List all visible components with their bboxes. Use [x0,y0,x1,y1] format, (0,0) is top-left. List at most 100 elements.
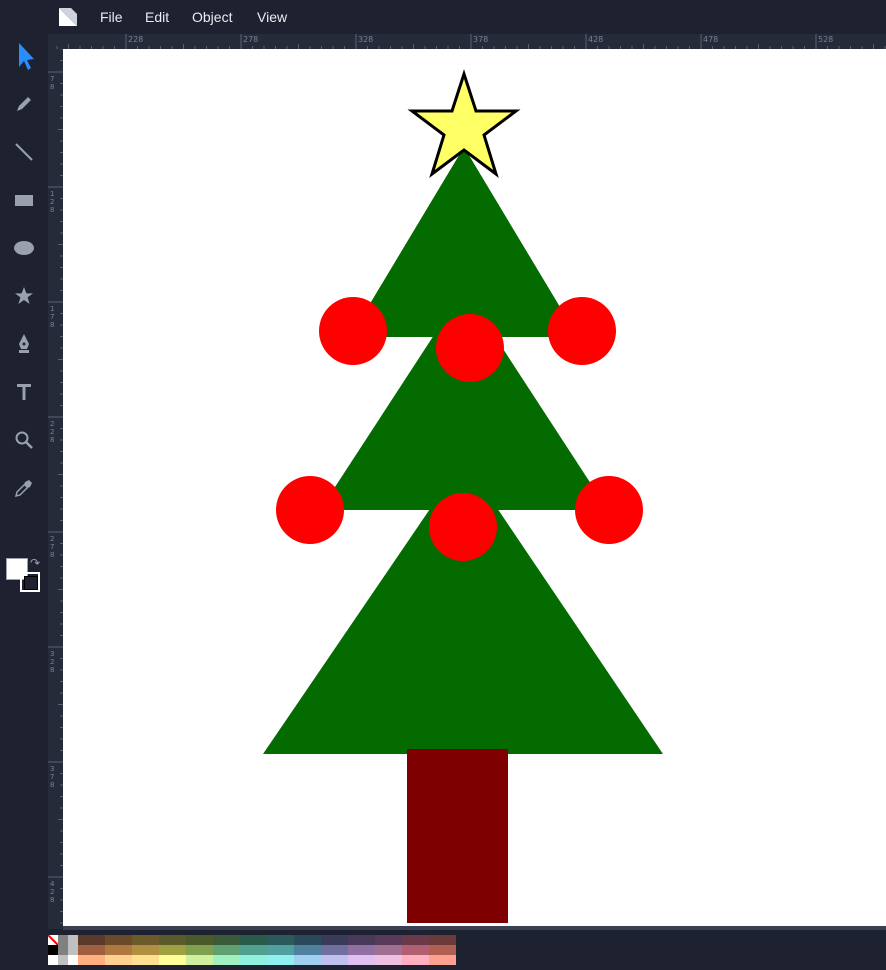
pencil-tool[interactable] [8,88,40,120]
select-tool[interactable] [8,40,40,72]
app-logo-icon [59,8,77,26]
palette-swatch[interactable] [429,945,456,955]
stroke-color-swatch[interactable] [20,572,40,592]
pencil-icon [17,97,31,111]
palette-swatch[interactable] [402,945,429,955]
palette-swatch[interactable] [267,945,294,955]
tool-sidebar: ↷ [0,34,48,970]
palette-swatch[interactable] [321,935,348,945]
palette-gray-swatch[interactable] [68,945,78,955]
palette-swatch[interactable] [240,945,267,955]
palette-gray-swatch[interactable] [68,935,78,945]
ruler-label: 7 [50,75,54,83]
palette-swatch[interactable] [321,945,348,955]
palette-swatch[interactable] [105,945,132,955]
palette-swatch[interactable] [132,935,159,945]
palette-swatch[interactable] [402,955,429,965]
zoom-tool[interactable] [8,424,40,456]
ruler-label: 2 [50,428,54,436]
palette-gray-swatch[interactable] [48,955,58,965]
ornament-ball[interactable] [429,493,497,561]
ornament-ball[interactable] [276,476,344,544]
palette-swatch[interactable] [402,935,429,945]
palette-gray-swatch[interactable] [58,945,68,955]
palette-swatch[interactable] [105,935,132,945]
text-tool[interactable] [8,376,40,408]
tree-trunk[interactable] [407,749,508,923]
ruler-label: 1 [50,190,54,198]
palette-swatch[interactable] [375,935,402,945]
palette-swatch[interactable] [294,955,321,965]
palette-swatch[interactable] [213,955,240,965]
palette-swatch[interactable] [294,935,321,945]
drawing-canvas[interactable] [63,49,886,929]
ruler-label: 8 [50,436,54,444]
palette-swatch[interactable] [348,945,375,955]
rectangle-tool[interactable] [8,184,40,216]
star-tool[interactable] [8,280,40,312]
palette-swatch[interactable] [321,955,348,965]
palette-swatch[interactable] [240,955,267,965]
palette-swatch[interactable] [240,935,267,945]
palette-swatch[interactable] [348,955,375,965]
ruler-label: 428 [588,35,603,44]
ruler-label: 8 [50,781,54,789]
palette-swatch[interactable] [186,955,213,965]
palette-swatch[interactable] [186,945,213,955]
palette-swatch[interactable] [159,935,186,945]
palette-swatch[interactable] [267,955,294,965]
palette-swatch[interactable] [375,955,402,965]
pointer-arrow-icon [19,43,34,70]
palette-swatch[interactable] [429,935,456,945]
palette-swatch[interactable] [213,945,240,955]
palette-gray-swatch[interactable] [58,935,68,945]
palette-swatch[interactable] [294,945,321,955]
ornament-ball[interactable] [319,297,387,365]
palette-swatch[interactable] [159,955,186,965]
palette-swatch[interactable] [78,955,105,965]
ruler-label: 2 [50,420,54,428]
horizontal-ruler: 228 278 328 378 428 478 528 [48,34,886,49]
palette-swatch[interactable] [375,945,402,955]
ruler-label: 8 [50,206,54,214]
ellipse-tool[interactable] [8,232,40,264]
palette-swatch[interactable] [267,935,294,945]
menu-edit[interactable]: Edit [145,9,169,26]
pen-nib-icon [19,334,29,353]
palette-swatch[interactable] [429,955,456,965]
palette-swatch[interactable] [159,945,186,955]
palette-swatch[interactable] [132,945,159,955]
ruler-label: 3 [50,765,54,773]
pen-tool[interactable] [8,328,40,360]
ornament-ball[interactable] [548,297,616,365]
palette-gray-swatch[interactable] [48,945,58,955]
color-palette[interactable] [47,934,463,965]
palette-swatch[interactable] [132,955,159,965]
star-icon [15,287,33,304]
palette-swatch[interactable] [78,945,105,955]
palette-swatch[interactable] [348,935,375,945]
ornament-ball[interactable] [575,476,643,544]
menu-file[interactable]: File [100,9,123,26]
ruler-label: 7 [50,313,54,321]
magnifier-icon [15,431,33,449]
vertical-ruler: 78128178228278328378428 [48,48,63,929]
menu-view[interactable]: View [257,9,287,26]
ruler-label: 228 [128,35,143,44]
menu-object[interactable]: Object [192,9,232,26]
ruler-label: 7 [50,543,54,551]
eyedropper-tool[interactable] [8,472,40,504]
palette-gray-swatch[interactable] [68,955,78,965]
ruler-label: 8 [50,896,54,904]
palette-swatch[interactable] [186,935,213,945]
palette-gray-swatch[interactable] [58,955,68,965]
ornament-ball[interactable] [436,314,504,382]
tree-top-tier[interactable] [350,147,578,337]
ruler-label: 7 [50,773,54,781]
line-tool[interactable] [8,136,40,168]
palette-swatch[interactable] [105,955,132,965]
swap-colors-icon[interactable]: ↷ [30,556,40,570]
rectangle-icon [15,195,33,206]
palette-swatch[interactable] [78,935,105,945]
palette-swatch[interactable] [213,935,240,945]
